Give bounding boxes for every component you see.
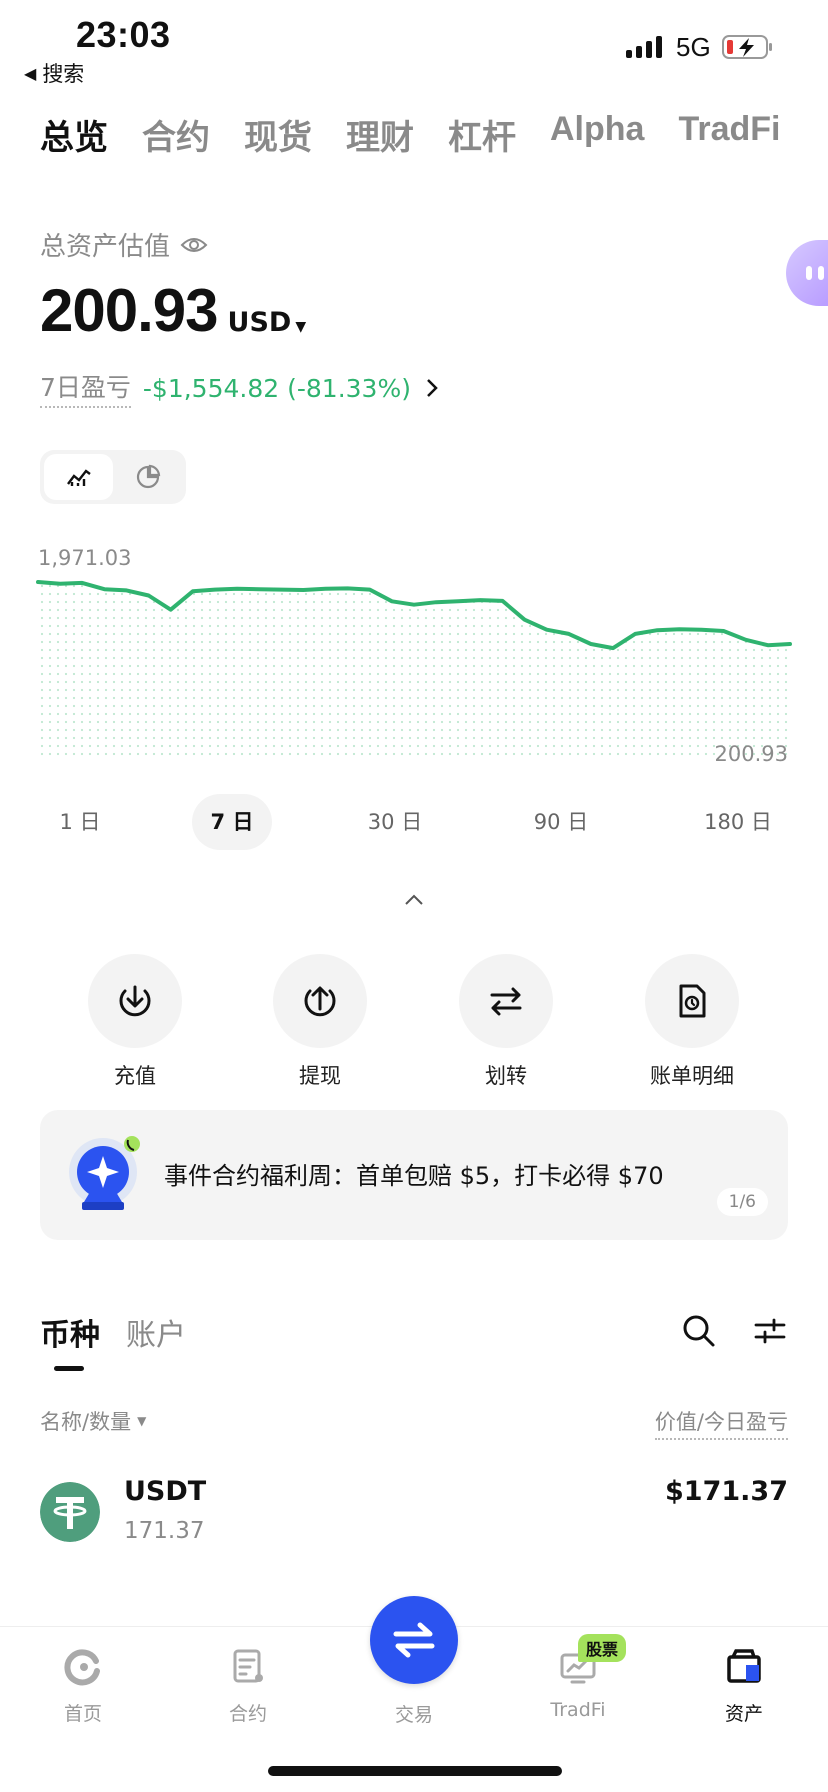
line-chart-toggle[interactable] [44, 454, 113, 500]
total-assets-text: 总资产估值 [40, 232, 171, 262]
chevron-right-icon [427, 379, 438, 397]
trade-button[interactable] [370, 1596, 458, 1684]
currency-selector[interactable]: USD ▼ [228, 307, 307, 338]
range-tab-30d[interactable]: 30 日 [350, 794, 440, 850]
tab-overview[interactable]: 总览 [40, 110, 108, 159]
nav-futures-label: 合约 [228, 1703, 267, 1725]
search-icon[interactable] [682, 1314, 716, 1348]
range-tabs: 1 日 7 日 30 日 90 日 180 日 [0, 794, 828, 850]
nav-home-label: 首页 [63, 1703, 102, 1725]
deposit-icon-wrap [88, 954, 182, 1048]
nav-assets-label: 资产 [724, 1703, 763, 1725]
line-chart-icon [66, 469, 91, 486]
network-type: 5G [676, 32, 711, 62]
pnl-value: -$1,554.82 (-81.33%) [142, 373, 411, 403]
total-assets-value: 200.93 [40, 277, 219, 344]
transfer-icon [490, 987, 522, 1016]
back-label: 搜索 [42, 62, 85, 86]
chart-area [38, 582, 790, 760]
pnl-label: 7日盈亏 [40, 368, 131, 408]
transfer-icon-wrap [459, 954, 553, 1048]
usdt-icon [40, 1482, 100, 1542]
tab-margin[interactable]: 杠杆 [448, 110, 516, 159]
back-triangle-icon: ◀ [24, 63, 37, 83]
list-item[interactable]: USDT 171.37 $171.37 [40, 1476, 788, 1556]
withdraw-button[interactable]: 提现 [260, 954, 380, 1090]
range-tab-7d[interactable]: 7 日 [192, 794, 272, 850]
back-to-search-link[interactable]: ◀ 搜索 [24, 58, 84, 88]
chart-type-toggle [40, 450, 186, 504]
currency-label: USD [227, 307, 292, 338]
total-assets-label: 总资产估值 [40, 226, 208, 263]
bill-details-label: 账单明细 [650, 1064, 734, 1088]
pie-chart-icon [136, 464, 160, 489]
nav-assets[interactable]: 资产 [689, 1647, 799, 1726]
coin-value: $171.37 [665, 1476, 788, 1507]
withdraw-icon [304, 986, 336, 1017]
signal-icon [626, 34, 662, 58]
sort-by-name-quantity[interactable]: 名称/数量 ▼ [40, 1406, 146, 1436]
pnl-row[interactable]: 7日盈亏 -$1,554.82 (-81.33%) [40, 368, 439, 408]
crystal-ball-icon [69, 1136, 140, 1210]
list-header-value-pnl[interactable]: 价值/今日盈亏 [654, 1406, 788, 1440]
coin-quantity: 171.37 [124, 1518, 205, 1544]
filter-icon[interactable] [754, 1316, 786, 1346]
bill-details-button[interactable]: 账单明细 [632, 954, 752, 1090]
range-tab-90d[interactable]: 90 日 [516, 794, 606, 850]
tab-spot[interactable]: 现货 [244, 110, 312, 159]
deposit-button[interactable]: 充值 [75, 954, 195, 1090]
bill-icon-wrap [645, 954, 739, 1048]
tab-earn[interactable]: 理财 [346, 110, 414, 159]
swap-arrows-icon [393, 1622, 435, 1658]
range-tab-180d[interactable]: 180 日 [688, 794, 788, 850]
floating-assistant-button[interactable] [786, 240, 828, 306]
nav-trade-label: 交易 [394, 1704, 433, 1726]
tab-futures[interactable]: 合约 [142, 110, 210, 159]
top-tabs: 总览 合约 现货 理财 杠杆 Alpha TradFi [40, 110, 814, 159]
home-indicator [268, 1766, 562, 1776]
coin-symbol: USDT [124, 1476, 207, 1507]
promo-page-indicator: 1/6 [716, 1188, 768, 1216]
nav-futures[interactable]: 合约 [193, 1647, 303, 1726]
battery-icon [722, 35, 772, 59]
caret-down-icon: ▼ [295, 319, 307, 335]
asset-list-tabs: 币种 账户 [40, 1310, 186, 1354]
list-header-name-label: 名称/数量 [40, 1410, 132, 1434]
withdraw-icon-wrap [273, 954, 367, 1048]
promo-text: 事件合约福利周：首单包赔 $5，打卡必得 $70 [164, 1162, 664, 1190]
nav-home[interactable]: 首页 [28, 1647, 138, 1726]
deposit-icon [119, 985, 151, 1017]
range-tab-1d[interactable]: 1 日 [40, 794, 120, 850]
status-time: 23:03 [76, 14, 171, 55]
tab-coins[interactable]: 币种 [40, 1310, 100, 1354]
promo-banner[interactable]: 事件合约福利周：首单包赔 $5，打卡必得 $70 1/6 [40, 1110, 788, 1240]
futures-icon [233, 1649, 263, 1683]
withdraw-label: 提现 [299, 1064, 341, 1088]
transfer-button[interactable]: 划转 [446, 954, 566, 1090]
home-icon [64, 1649, 100, 1686]
pie-chart-toggle[interactable] [113, 454, 182, 500]
tab-accounts[interactable]: 账户 [126, 1310, 186, 1354]
deposit-label: 充值 [114, 1064, 156, 1088]
stock-badge: 股票 [578, 1634, 627, 1662]
wallet-icon [727, 1649, 761, 1683]
eye-icon[interactable] [180, 235, 208, 255]
total-assets-value-row: 200.93 USD ▼ [40, 276, 306, 345]
nav-tradfi-label: TradFi [550, 1699, 606, 1721]
asset-chart[interactable] [0, 560, 828, 770]
transfer-label: 划转 [485, 1064, 527, 1088]
tab-alpha[interactable]: Alpha [550, 110, 644, 159]
chart-min-label: 200.93 [714, 742, 788, 766]
chevron-up-icon[interactable] [404, 890, 424, 910]
active-tab-underline [54, 1366, 84, 1371]
document-clock-icon [679, 984, 706, 1018]
tab-tradfi[interactable]: TradFi [678, 110, 780, 159]
caret-down-icon: ▼ [137, 1414, 147, 1428]
